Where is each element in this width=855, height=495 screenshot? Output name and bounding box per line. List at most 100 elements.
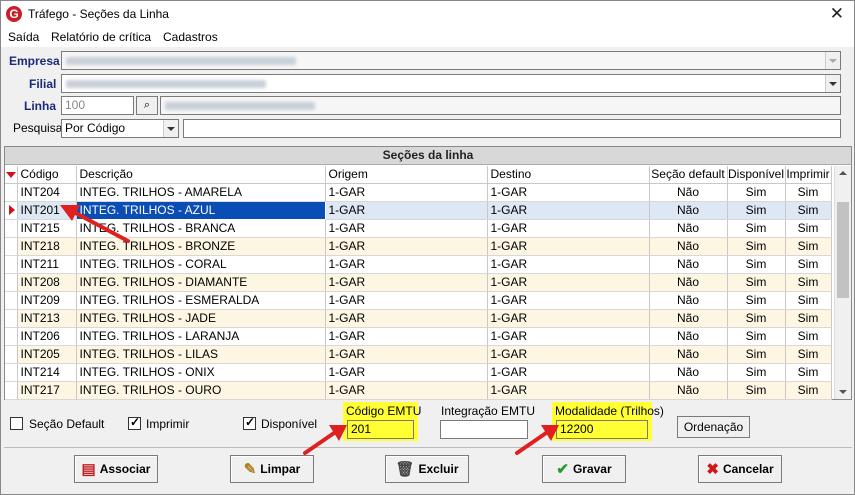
empresa-select[interactable] [61,51,841,70]
cancelar-button[interactable]: ✖ Cancelar [698,455,782,483]
cell-destino[interactable]: 1-GAR [487,183,650,202]
cell-descricao[interactable]: INTEG. TRILHOS - JADE [76,309,326,328]
cell-imprimir[interactable]: Sim [785,201,832,220]
cell-secao-default[interactable]: Não [649,363,728,382]
cell-secao-default[interactable]: Não [649,327,728,346]
cell-codigo[interactable]: INT209 [17,291,77,310]
cell-destino[interactable]: 1-GAR [487,255,650,274]
disponivel-checkbox[interactable] [243,415,256,430]
cell-destino[interactable]: 1-GAR [487,291,650,310]
scroll-down-icon[interactable] [839,390,847,394]
cell-descricao[interactable]: INTEG. TRILHOS - DIAMANTE [76,273,326,292]
cell-disponivel[interactable]: Sim [727,345,786,364]
cell-descricao[interactable]: INTEG. TRILHOS - LILAS [76,345,326,364]
cell-origem[interactable]: 1-GAR [325,291,488,310]
cell-imprimir[interactable]: Sim [785,237,832,256]
excluir-button[interactable]: 🗑 Excluir [385,455,469,483]
cell-secao-default[interactable]: Não [649,237,728,256]
menu-cadastros[interactable]: Cadastros [163,30,218,44]
cell-descricao[interactable]: INTEG. TRILHOS - OURO [76,381,326,400]
cell-origem[interactable]: 1-GAR [325,183,488,202]
cell-descricao[interactable]: INTEG. TRILHOS - LARANJA [76,327,326,346]
chevron-down-icon[interactable] [163,120,178,137]
cell-descricao[interactable]: INTEG. TRILHOS - ESMERALDA [76,291,326,310]
ordenacao-button[interactable]: Ordenação [677,416,750,438]
cell-imprimir[interactable]: Sim [785,183,832,202]
cell-origem[interactable]: 1-GAR [325,363,488,382]
cell-secao-default[interactable]: Não [649,183,728,202]
secao-default-checkbox[interactable] [10,417,23,430]
filial-select[interactable] [61,74,841,93]
cell-disponivel[interactable]: Sim [727,291,786,310]
pesquisa-mode-select[interactable]: Por Código [61,119,179,138]
cell-imprimir[interactable]: Sim [785,363,832,382]
close-icon[interactable]: ✕ [830,4,844,24]
cell-disponivel[interactable]: Sim [727,219,786,238]
menu-saida[interactable]: Saída [8,30,39,44]
cell-destino[interactable]: 1-GAR [487,327,650,346]
cell-secao-default[interactable]: Não [649,219,728,238]
cell-destino[interactable]: 1-GAR [487,219,650,238]
cell-disponivel[interactable]: Sim [727,273,786,292]
cell-destino[interactable]: 1-GAR [487,237,650,256]
cell-codigo[interactable]: INT211 [17,255,77,274]
cell-secao-default[interactable]: Não [649,255,728,274]
cell-disponivel[interactable]: Sim [727,381,786,400]
cell-disponivel[interactable]: Sim [727,237,786,256]
cell-codigo[interactable]: INT206 [17,327,77,346]
cell-origem[interactable]: 1-GAR [325,309,488,328]
pesquisa-input[interactable] [183,119,841,138]
scroll-thumb[interactable] [837,202,849,298]
cell-origem[interactable]: 1-GAR [325,201,488,220]
table-row[interactable]: INT206 INTEG. TRILHOS - LARANJA 1-GAR 1-GAR… [5,327,832,346]
cell-codigo[interactable]: INT205 [17,345,77,364]
cell-disponivel[interactable]: Sim [727,327,786,346]
cell-destino[interactable]: 1-GAR [487,363,650,382]
cell-destino[interactable]: 1-GAR [487,201,650,220]
cell-secao-default[interactable]: Não [649,381,728,400]
linha-code-input[interactable]: 100 [61,96,134,115]
cell-destino[interactable]: 1-GAR [487,309,650,328]
col-header-codigo[interactable]: Código [17,166,77,184]
cell-destino[interactable]: 1-GAR [487,345,650,364]
cell-destino[interactable]: 1-GAR [487,381,650,400]
scroll-up-icon[interactable] [839,171,847,175]
cell-disponivel[interactable]: Sim [727,201,786,220]
chevron-down-icon[interactable] [825,75,840,92]
cell-disponivel[interactable]: Sim [727,183,786,202]
table-row[interactable]: INT205 INTEG. TRILHOS - LILAS 1-GAR 1-GAR Nã… [5,345,832,364]
cell-origem[interactable]: 1-GAR [325,255,488,274]
codigo-emtu-input[interactable]: 201 [347,420,414,439]
cell-secao-default[interactable]: Não [649,309,728,328]
cell-imprimir[interactable]: Sim [785,345,832,364]
table-row[interactable]: INT208 INTEG. TRILHOS - DIAMANTE 1-GAR 1-GA… [5,273,832,292]
associar-button[interactable]: ▤ Associar [74,455,158,483]
cell-imprimir[interactable]: Sim [785,309,832,328]
menu-relatorio-critica[interactable]: Relatório de crítica [51,30,151,44]
col-header-disponivel[interactable]: Disponível [727,166,786,184]
cell-origem[interactable]: 1-GAR [325,273,488,292]
cell-descricao[interactable]: INTEG. TRILHOS - ONIX [76,363,326,382]
cell-imprimir[interactable]: Sim [785,219,832,238]
cell-imprimir[interactable]: Sim [785,327,832,346]
cell-secao-default[interactable]: Não [649,201,728,220]
binoculars-icon[interactable]: ⌕ [136,96,158,115]
modalidade-input[interactable]: 12200 [556,420,648,439]
cell-codigo[interactable]: INT217 [17,381,77,400]
col-header-origem[interactable]: Origem [325,166,488,184]
cell-codigo[interactable]: INT214 [17,363,77,382]
vertical-scrollbar[interactable] [834,166,851,399]
col-header-destino[interactable]: Destino [487,166,650,184]
cell-origem[interactable]: 1-GAR [325,345,488,364]
cell-secao-default[interactable]: Não [649,273,728,292]
cell-secao-default[interactable]: Não [649,291,728,310]
cell-origem[interactable]: 1-GAR [325,219,488,238]
cell-disponivel[interactable]: Sim [727,309,786,328]
cell-secao-default[interactable]: Não [649,345,728,364]
col-header-secao-default[interactable]: Seção default [649,166,728,184]
table-row[interactable]: INT217 INTEG. TRILHOS - OURO 1-GAR 1-GAR Não… [5,381,832,400]
col-header-descricao[interactable]: Descrição [76,166,326,184]
cell-imprimir[interactable]: Sim [785,291,832,310]
col-header-imprimir[interactable]: Imprimir [785,166,832,184]
cell-codigo[interactable]: INT208 [17,273,77,292]
